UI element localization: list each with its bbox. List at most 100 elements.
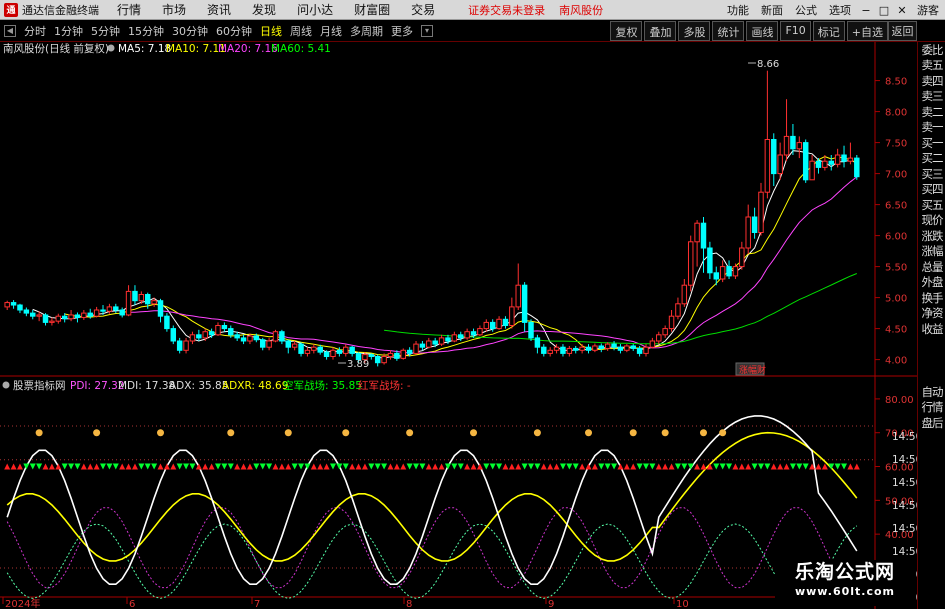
candle[interactable] — [349, 345, 355, 357]
menu-news[interactable]: 资讯 — [207, 1, 231, 18]
candle[interactable] — [496, 316, 502, 330]
guest-label[interactable]: 游客 — [917, 2, 939, 18]
candle[interactable] — [611, 341, 617, 351]
side-tab-13[interactable]: 涨幅 — [918, 244, 945, 260]
side-tab-6[interactable]: 买一 — [918, 135, 945, 151]
candle[interactable] — [451, 331, 458, 343]
side-tab-12[interactable]: 涨跌 — [918, 228, 945, 244]
candle[interactable] — [572, 345, 579, 354]
candle[interactable] — [291, 341, 298, 351]
candle[interactable] — [656, 331, 662, 345]
tab-monthly[interactable]: 月线 — [316, 23, 346, 39]
candle[interactable] — [113, 303, 119, 314]
candle[interactable] — [272, 329, 279, 343]
candle[interactable] — [298, 342, 304, 357]
menu-trade[interactable]: 交易 — [411, 1, 435, 18]
candle[interactable] — [802, 139, 809, 183]
candle[interactable] — [438, 334, 445, 346]
candle[interactable] — [847, 142, 854, 165]
candle[interactable] — [713, 266, 720, 286]
candle[interactable] — [694, 220, 700, 267]
indicator-settings-icon[interactable] — [2, 381, 10, 389]
tab-weekly[interactable]: 周线 — [286, 23, 316, 39]
candle[interactable] — [834, 148, 841, 168]
candle[interactable] — [93, 306, 100, 318]
candle[interactable] — [745, 204, 751, 255]
side-tab-10[interactable]: 买五 — [918, 197, 945, 213]
multi-stock-button[interactable]: 多股 — [678, 21, 711, 41]
side-tab-bottom-0[interactable]: 自动 — [918, 384, 945, 400]
candle[interactable] — [304, 347, 311, 357]
candle[interactable] — [17, 303, 23, 314]
candle[interactable] — [617, 344, 624, 354]
candle[interactable] — [630, 344, 636, 351]
candle[interactable] — [758, 182, 764, 236]
candle[interactable] — [502, 316, 509, 329]
candle[interactable] — [547, 347, 553, 357]
side-tab-8[interactable]: 买三 — [918, 166, 945, 182]
candle[interactable] — [68, 310, 74, 322]
side-tab-17[interactable]: 净资 — [918, 306, 945, 322]
candle[interactable] — [368, 353, 375, 360]
candle[interactable] — [55, 313, 62, 324]
side-tab-5[interactable]: 卖一 — [918, 120, 945, 136]
tab-15min[interactable]: 15分钟 — [124, 23, 168, 39]
side-tab-0[interactable]: 委比 — [918, 42, 945, 58]
candle[interactable] — [170, 325, 177, 345]
menu-discover[interactable]: 发现 — [252, 1, 276, 18]
side-tab-15[interactable]: 外盘 — [918, 275, 945, 291]
tab-30min[interactable]: 30分钟 — [168, 23, 212, 39]
rights-adjust-button[interactable]: 复权 — [610, 21, 643, 41]
candle[interactable] — [196, 329, 202, 341]
tab-5min[interactable]: 5分钟 — [87, 23, 124, 39]
candle[interactable] — [732, 263, 739, 280]
candle[interactable] — [240, 334, 247, 345]
candle[interactable] — [483, 319, 490, 332]
side-tab-16[interactable]: 换手 — [918, 290, 945, 306]
candle[interactable] — [215, 322, 221, 337]
side-tab-9[interactable]: 买四 — [918, 182, 945, 198]
candle[interactable] — [30, 310, 36, 320]
candle[interactable] — [566, 345, 573, 357]
tab-multi-period[interactable]: 多周期 — [346, 23, 387, 39]
candle[interactable] — [521, 282, 528, 332]
candle[interactable] — [668, 310, 675, 332]
candle[interactable] — [279, 329, 285, 345]
candle[interactable] — [592, 343, 598, 353]
candle[interactable] — [541, 344, 547, 357]
statistics-button[interactable]: 统计 — [712, 21, 745, 41]
candle[interactable] — [783, 99, 790, 162]
side-tab-bottom-2[interactable]: 盘后 — [918, 415, 945, 431]
add-watchlist-button[interactable]: +自选 — [846, 21, 888, 41]
menu-ask[interactable]: 问小达 — [297, 1, 333, 18]
side-tab-18[interactable]: 收益 — [918, 321, 945, 337]
candle[interactable] — [707, 241, 713, 279]
side-tab-2[interactable]: 卖四 — [918, 73, 945, 89]
candle[interactable] — [515, 263, 521, 311]
side-tab-7[interactable]: 买二 — [918, 151, 945, 167]
event-badge[interactable]: 涨幅财 — [739, 364, 766, 376]
tab-60min[interactable]: 60分钟 — [212, 23, 256, 39]
candle[interactable] — [771, 133, 777, 186]
side-tab-3[interactable]: 卖三 — [918, 89, 945, 105]
candle[interactable] — [426, 337, 432, 349]
candle[interactable] — [49, 317, 55, 326]
candle[interactable] — [183, 337, 189, 354]
tab-more[interactable]: 更多 — [387, 23, 417, 39]
candle[interactable] — [841, 145, 847, 168]
candle[interactable] — [509, 297, 515, 329]
candle[interactable] — [739, 241, 745, 270]
candle[interactable] — [10, 300, 17, 309]
candle[interactable] — [464, 328, 470, 340]
side-tab-11[interactable]: 现价 — [918, 213, 945, 229]
candle[interactable] — [400, 348, 406, 360]
candle[interactable] — [259, 337, 266, 351]
candle[interactable] — [374, 354, 381, 367]
candle[interactable] — [751, 207, 758, 239]
f10-button[interactable]: F10 — [780, 21, 811, 41]
menu-options[interactable]: 选项 — [829, 2, 851, 18]
candle[interactable] — [649, 337, 656, 349]
candle[interactable] — [579, 344, 585, 354]
candle[interactable] — [23, 307, 30, 317]
draw-line-button[interactable]: 画线 — [746, 21, 779, 41]
